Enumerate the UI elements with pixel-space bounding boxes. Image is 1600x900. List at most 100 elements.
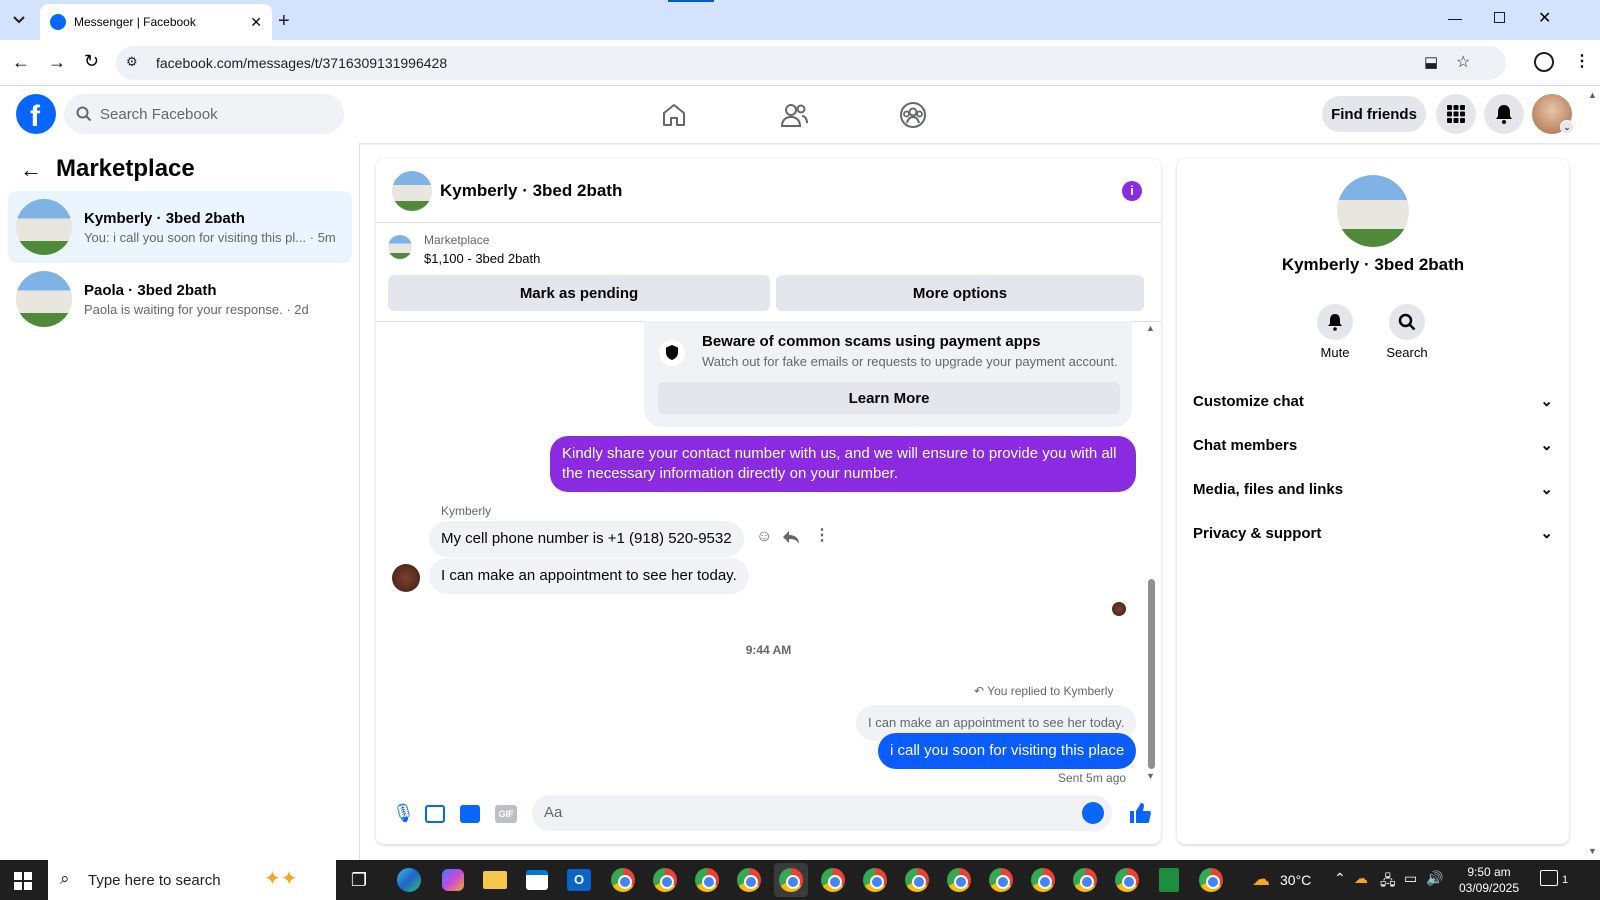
incoming-message[interactable]: I can make an appointment to see her tod… xyxy=(429,558,749,594)
incoming-message[interactable]: My cell phone number is +1 (918) 520-953… xyxy=(429,521,744,557)
outgoing-message[interactable]: i call you soon for visiting this place xyxy=(878,733,1137,769)
chrome-window-icon[interactable] xyxy=(732,863,766,897)
groups-icon[interactable] xyxy=(899,101,927,129)
browser-tab[interactable]: Messenger | Facebook ✕ xyxy=(40,4,272,40)
friends-icon[interactable] xyxy=(780,102,808,128)
search-placeholder: Search Facebook xyxy=(100,105,218,123)
media-files-links-row[interactable]: Media, files and links ⌄ xyxy=(1193,467,1553,511)
learn-more-button[interactable]: Learn More xyxy=(658,382,1120,414)
like-icon[interactable] xyxy=(1128,801,1152,825)
mark-as-pending-button[interactable]: Mark as pending xyxy=(388,275,770,311)
browser-menu-icon[interactable]: ⋮ xyxy=(1574,51,1590,71)
onedrive-icon[interactable]: ☁ xyxy=(1354,870,1368,887)
react-icon[interactable]: ☺ xyxy=(756,528,772,546)
reload-button[interactable]: ↻ xyxy=(84,51,99,72)
forward-button[interactable]: → xyxy=(48,52,66,73)
home-icon[interactable] xyxy=(661,102,687,128)
url-field[interactable]: ⚙ facebook.com/messages/t/37163091319964… xyxy=(116,46,1506,80)
copilot-icon[interactable] xyxy=(436,863,470,897)
sheets-icon[interactable] xyxy=(1152,863,1186,897)
menu-button[interactable] xyxy=(1436,94,1476,134)
listing-price[interactable]: $1,100 - 3bed 2bath xyxy=(424,251,540,266)
scroll-up-arrow[interactable]: ▲ xyxy=(1146,323,1155,333)
gif-icon[interactable]: GIF xyxy=(495,805,517,823)
privacy-support-row[interactable]: Privacy & support ⌄ xyxy=(1193,511,1553,555)
battery-icon[interactable]: ▭ xyxy=(1404,870,1417,887)
chrome-window-icon[interactable] xyxy=(858,863,892,897)
chrome-window-icon[interactable] xyxy=(900,863,934,897)
more-options-button[interactable]: More options xyxy=(776,275,1144,311)
chrome-window-icon[interactable] xyxy=(1026,863,1060,897)
profile-icon[interactable] xyxy=(1534,52,1554,72)
scroll-down-arrow[interactable]: ▼ xyxy=(1146,771,1155,781)
temperature[interactable]: 30°C xyxy=(1280,872,1311,888)
minimize-button[interactable]: — xyxy=(1448,10,1462,26)
chrome-window-icon[interactable] xyxy=(816,863,850,897)
task-view-icon[interactable]: ❐ xyxy=(342,863,376,897)
conversation-preview: Paola is waiting for your response. · 2d xyxy=(84,301,309,317)
page-scroll-down[interactable]: ▼ xyxy=(1588,846,1597,856)
mute-button[interactable] xyxy=(1317,304,1353,340)
taskbar-search-input[interactable]: ⌕ Type here to search ✦✦ xyxy=(48,860,336,900)
copilot-sparkle-icon[interactable]: ✦✦ xyxy=(264,866,298,891)
back-arrow-icon[interactable]: ← xyxy=(20,157,42,183)
maximize-button[interactable] xyxy=(1494,12,1505,23)
microphone-icon[interactable]: 🎙 xyxy=(392,803,415,824)
network-icon[interactable]: 🖧 xyxy=(1380,870,1396,894)
back-button[interactable]: ← xyxy=(12,52,30,73)
clock-date: 03/09/2025 xyxy=(1458,881,1520,895)
store-icon[interactable] xyxy=(520,863,554,897)
chrome-window-icon[interactable] xyxy=(1110,863,1144,897)
install-app-icon[interactable]: ⬓ xyxy=(1424,53,1438,71)
sender-avatar[interactable] xyxy=(392,564,420,592)
customize-chat-row[interactable]: Customize chat ⌄ xyxy=(1193,379,1553,423)
find-friends-button[interactable]: Find friends xyxy=(1322,96,1426,132)
windows-start-icon[interactable] xyxy=(14,872,32,890)
conversation-item-kymberly[interactable]: Kymberly · 3bed 2bath You: i call you so… xyxy=(8,191,352,263)
bookmark-star-icon[interactable]: ☆ xyxy=(1456,52,1470,72)
info-icon[interactable]: i xyxy=(1122,181,1142,201)
close-tab-icon[interactable]: ✕ xyxy=(250,14,262,31)
outlook-icon[interactable]: O xyxy=(562,863,596,897)
notifications-button[interactable] xyxy=(1484,94,1524,134)
file-explorer-icon[interactable] xyxy=(478,863,512,897)
conversation-item-paola[interactable]: Paola · 3bed 2bath Paola is waiting for … xyxy=(8,263,352,335)
message-input[interactable]: Aa xyxy=(532,795,1112,831)
close-window-button[interactable]: ✕ xyxy=(1538,8,1551,28)
account-chevron-icon[interactable]: ⌄ xyxy=(1560,120,1574,134)
edge-icon[interactable] xyxy=(392,863,426,897)
volume-icon[interactable]: 🔊 xyxy=(1426,870,1443,887)
chrome-window-icon-active[interactable] xyxy=(774,863,808,897)
page-scroll-up[interactable]: ▲ xyxy=(1588,90,1597,100)
show-hidden-icons[interactable]: ⌃ xyxy=(1334,870,1346,887)
facebook-search-input[interactable]: Search Facebook xyxy=(64,94,344,134)
chat-title[interactable]: Kymberly · 3bed 2bath xyxy=(440,181,622,201)
chrome-window-icon[interactable] xyxy=(1068,863,1102,897)
reply-icon[interactable] xyxy=(782,530,800,546)
clock[interactable]: 9:50 am 03/09/2025 xyxy=(1448,864,1530,896)
new-tab-button[interactable]: + xyxy=(278,10,290,33)
profile-picture[interactable] xyxy=(1337,175,1409,247)
chrome-window-icon[interactable] xyxy=(1194,863,1228,897)
chrome-window-icon[interactable] xyxy=(648,863,682,897)
site-settings-icon[interactable]: ⚙ xyxy=(126,54,138,70)
chrome-window-icon[interactable] xyxy=(942,863,976,897)
notification-center-icon[interactable] xyxy=(1540,870,1558,886)
chrome-window-icon[interactable] xyxy=(690,863,724,897)
chat-members-row[interactable]: Chat members ⌄ xyxy=(1193,423,1553,467)
chrome-window-icon[interactable] xyxy=(606,863,640,897)
photo-icon[interactable] xyxy=(425,805,445,823)
tab-list-button[interactable] xyxy=(6,8,32,32)
facebook-logo-icon[interactable]: f xyxy=(16,94,56,134)
weather-icon[interactable]: ☁ xyxy=(1252,869,1270,890)
sticker-icon[interactable] xyxy=(460,805,480,823)
more-actions-icon[interactable]: ⋮ xyxy=(814,525,830,545)
outgoing-message[interactable]: Kindly share your contact number with us… xyxy=(550,436,1136,492)
chrome-window-icon[interactable] xyxy=(984,863,1018,897)
tab-indicator xyxy=(668,0,714,2)
chat-avatar[interactable] xyxy=(392,171,432,211)
profile-name[interactable]: Kymberly · 3bed 2bath xyxy=(1177,255,1569,275)
search-conversation-button[interactable] xyxy=(1389,304,1425,340)
scrollbar-thumb[interactable] xyxy=(1148,579,1155,769)
emoji-icon[interactable] xyxy=(1082,802,1104,824)
